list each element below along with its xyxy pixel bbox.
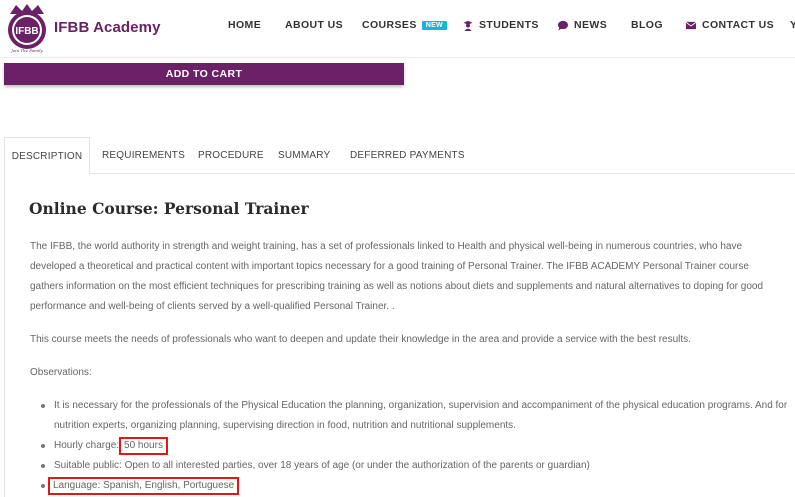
envelope-icon [685, 21, 697, 29]
course-needs-text: This course meets the needs of professio… [30, 334, 691, 345]
tab-deferred-payments[interactable]: DEFERRED PAYMENTS [350, 137, 465, 174]
list-item: Hourly charge: 50 hours [30, 436, 790, 456]
chat-bubble-icon [557, 20, 569, 31]
nav-about-us[interactable]: ABOUT US [285, 19, 343, 31]
nav-courses[interactable]: COURSES NEW [362, 19, 447, 31]
hourly-charge-label: Hourly charge: [54, 440, 120, 451]
language-highlight: Language: Spanish, English, Portuguese [48, 477, 240, 495]
observations-list: It is necessary for the professionals of… [30, 396, 790, 496]
list-item: It is necessary for the professionals of… [30, 396, 790, 436]
course-description: The IFBB, the world authority in strengt… [30, 241, 764, 312]
student-icon [463, 20, 473, 31]
course-title: Online Course: Personal Trainer [29, 199, 309, 218]
list-item: Suitable public: Open to all interested … [30, 456, 790, 476]
ifbb-logo[interactable]: IFBB Join The Family [4, 2, 50, 54]
svg-text:IFBB: IFBB [15, 26, 38, 37]
nav-home[interactable]: HOME [228, 19, 261, 31]
hourly-charge-value: 50 hours [119, 437, 168, 455]
tab-procedure[interactable]: PROCEDURE [198, 137, 264, 174]
nav-blog[interactable]: BLOG [631, 19, 663, 31]
svg-text:Join The Family: Join The Family [10, 48, 43, 53]
nav-news[interactable]: NEWS [557, 19, 607, 31]
add-to-cart-button[interactable]: ADD TO CART [4, 63, 404, 85]
nav-students[interactable]: STUDENTS [462, 19, 539, 31]
brand-name[interactable]: IFBB Academy [54, 19, 161, 36]
site-header: IFBB Join The Family IFBB Academy HOME A… [0, 0, 795, 58]
list-item: Language: Spanish, English, Portuguese [30, 476, 790, 496]
tab-requirements[interactable]: REQUIREMENTS [102, 137, 185, 174]
new-badge: NEW [421, 20, 447, 30]
nav-contact-us[interactable]: CONTACT US [685, 19, 774, 31]
nav-overflow-item[interactable]: Y [790, 19, 795, 31]
tab-summary[interactable]: SUMMARY [278, 137, 330, 174]
tab-description[interactable]: DESCRIPTION [4, 137, 90, 175]
product-tabs: DESCRIPTION REQUIREMENTS PROCEDURE SUMMA… [4, 137, 795, 175]
observations-label: Observations: [30, 367, 92, 378]
